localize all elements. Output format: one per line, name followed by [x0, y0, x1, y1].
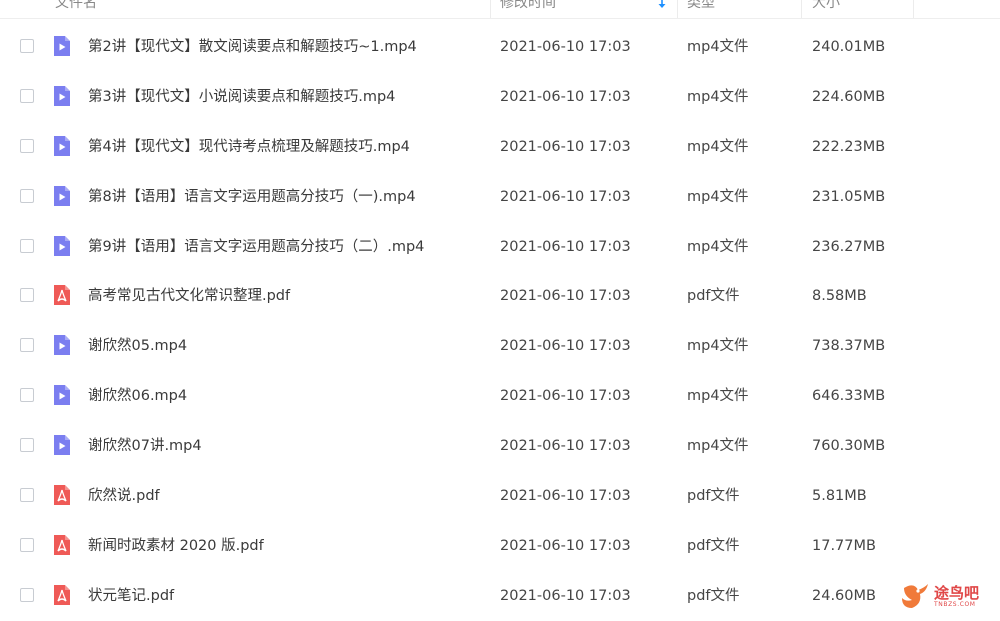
file-name[interactable]: 状元笔记.pdf: [88, 571, 174, 621]
file-modified-time: 2021-06-10 17:03: [500, 438, 631, 455]
file-name[interactable]: 新闻时政素材 2020 版.pdf: [88, 521, 264, 571]
file-row[interactable]: 第2讲【现代文】散文阅读要点和解题技巧~1.mp4 2021-06-10 17:0…: [0, 22, 1000, 72]
video-file-icon: [52, 85, 72, 107]
file-modified-time: 2021-06-10 17:03: [500, 288, 631, 305]
file-type: mp4文件: [687, 238, 749, 255]
file-modified-time: 2021-06-10 17:03: [500, 88, 631, 105]
watermark-subtext: TNBZS.COM: [934, 601, 976, 608]
file-row[interactable]: 第4讲【现代文】现代诗考点梳理及解题技巧.mp4 2021-06-10 17:03…: [0, 122, 1000, 172]
file-size: 236.27MB: [812, 238, 886, 255]
video-file-icon: [52, 384, 72, 406]
file-size: 24.60MB: [812, 587, 876, 604]
row-checkbox[interactable]: [20, 488, 34, 503]
row-checkbox[interactable]: [20, 288, 34, 303]
file-type: pdf文件: [687, 288, 740, 305]
file-name[interactable]: 第8讲【语用】语言文字运用题高分技巧（一).mp4: [88, 172, 416, 222]
column-header-time[interactable]: 修改时间: [500, 0, 556, 18]
file-type: mp4文件: [687, 338, 749, 355]
file-size: 738.37MB: [812, 338, 886, 355]
column-divider: [913, 0, 914, 18]
file-size: 646.33MB: [812, 388, 886, 405]
file-name[interactable]: 欣然说.pdf: [88, 471, 160, 521]
file-name[interactable]: 谢欣然07讲.mp4: [88, 421, 202, 471]
site-watermark: 途鸟吧 TNBZS.COM: [896, 577, 996, 617]
file-list-header: 文件名 修改时间 类型 大小: [0, 0, 1000, 19]
file-type: pdf文件: [687, 587, 740, 604]
file-row[interactable]: 高考常见古代文化常识整理.pdf 2021-06-10 17:03 pdf文件 8.5…: [0, 271, 1000, 321]
file-name[interactable]: 高考常见古代文化常识整理.pdf: [88, 271, 290, 321]
file-row[interactable]: 谢欣然07讲.mp4 2021-06-10 17:03 mp4文件 760.30MB: [0, 421, 1000, 471]
file-name[interactable]: 第3讲【现代文】小说阅读要点和解题技巧.mp4: [88, 72, 395, 122]
video-file-icon: [52, 334, 72, 356]
file-modified-time: 2021-06-10 17:03: [500, 138, 631, 155]
file-name[interactable]: 第2讲【现代文】散文阅读要点和解题技巧~1.mp4: [88, 22, 417, 72]
file-row[interactable]: 谢欣然05.mp4 2021-06-10 17:03 mp4文件 738.37MB: [0, 321, 1000, 371]
column-header-size[interactable]: 大小: [812, 0, 840, 18]
row-checkbox[interactable]: [20, 138, 34, 153]
file-row[interactable]: 第9讲【语用】语言文字运用题高分技巧（二）.mp4 2021-06-10 17:0…: [0, 222, 1000, 272]
file-size: 222.23MB: [812, 138, 886, 155]
file-type: mp4文件: [687, 388, 749, 405]
file-row[interactable]: 欣然说.pdf 2021-06-10 17:03 pdf文件 5.81MB: [0, 471, 1000, 521]
file-size: 8.58MB: [812, 288, 867, 305]
file-modified-time: 2021-06-10 17:03: [500, 39, 631, 55]
file-size: 240.01MB: [812, 39, 886, 55]
file-name[interactable]: 谢欣然05.mp4: [88, 321, 187, 371]
file-type: mp4文件: [687, 438, 749, 455]
row-checkbox[interactable]: [20, 39, 34, 53]
column-divider: [801, 0, 802, 18]
video-file-icon: [52, 434, 72, 456]
column-header-type[interactable]: 类型: [687, 0, 715, 18]
pdf-file-icon: [52, 534, 72, 556]
file-name[interactable]: 第9讲【语用】语言文字运用题高分技巧（二）.mp4: [88, 222, 424, 272]
file-row[interactable]: 状元笔记.pdf 2021-06-10 17:03 pdf文件 24.60MB: [0, 571, 1000, 621]
watermark-text: 途鸟吧: [934, 584, 980, 602]
row-checkbox[interactable]: [20, 88, 34, 103]
file-row[interactable]: 第8讲【语用】语言文字运用题高分技巧（一).mp4 2021-06-10 17:0…: [0, 172, 1000, 222]
row-checkbox[interactable]: [20, 438, 34, 453]
file-row[interactable]: 谢欣然06.mp4 2021-06-10 17:03 mp4文件 646.33MB: [0, 371, 1000, 421]
file-type: mp4文件: [687, 188, 749, 205]
video-file-icon: [52, 35, 72, 57]
row-checkbox[interactable]: [20, 537, 34, 552]
column-header-name[interactable]: 文件名: [55, 0, 97, 18]
file-modified-time: 2021-06-10 17:03: [500, 388, 631, 405]
file-size: 17.77MB: [812, 537, 876, 554]
file-modified-time: 2021-06-10 17:03: [500, 488, 631, 505]
pdf-file-icon: [52, 284, 72, 306]
row-checkbox[interactable]: [20, 587, 34, 602]
pdf-file-icon: [52, 584, 72, 606]
video-file-icon: [52, 135, 72, 157]
video-file-icon: [52, 235, 72, 257]
sort-descending-icon[interactable]: [657, 0, 667, 10]
file-size: 760.30MB: [812, 438, 886, 455]
bird-logo-icon: [902, 584, 928, 608]
file-list: 第2讲【现代文】散文阅读要点和解题技巧~1.mp4 2021-06-10 17:0…: [0, 22, 1000, 621]
column-divider: [677, 0, 678, 18]
column-divider: [490, 0, 491, 18]
row-checkbox[interactable]: [20, 388, 34, 403]
file-modified-time: 2021-06-10 17:03: [500, 238, 631, 255]
file-name[interactable]: 谢欣然06.mp4: [88, 371, 187, 421]
file-modified-time: 2021-06-10 17:03: [500, 587, 631, 604]
file-row[interactable]: 新闻时政素材 2020 版.pdf 2021-06-10 17:03 pdf文件 17…: [0, 521, 1000, 571]
file-modified-time: 2021-06-10 17:03: [500, 338, 631, 355]
video-file-icon: [52, 185, 72, 207]
pdf-file-icon: [52, 484, 72, 506]
file-size: 224.60MB: [812, 88, 886, 105]
file-name[interactable]: 第4讲【现代文】现代诗考点梳理及解题技巧.mp4: [88, 122, 410, 172]
file-size: 5.81MB: [812, 488, 867, 505]
row-checkbox[interactable]: [20, 238, 34, 253]
row-checkbox[interactable]: [20, 338, 34, 353]
file-type: pdf文件: [687, 537, 740, 554]
file-row[interactable]: 第3讲【现代文】小说阅读要点和解题技巧.mp4 2021-06-10 17:03 m…: [0, 72, 1000, 122]
file-type: mp4文件: [687, 88, 749, 105]
file-modified-time: 2021-06-10 17:03: [500, 188, 631, 205]
file-modified-time: 2021-06-10 17:03: [500, 537, 631, 554]
file-type: mp4文件: [687, 138, 749, 155]
file-type: mp4文件: [687, 39, 749, 55]
row-checkbox[interactable]: [20, 188, 34, 203]
file-type: pdf文件: [687, 488, 740, 505]
file-size: 231.05MB: [812, 188, 886, 205]
